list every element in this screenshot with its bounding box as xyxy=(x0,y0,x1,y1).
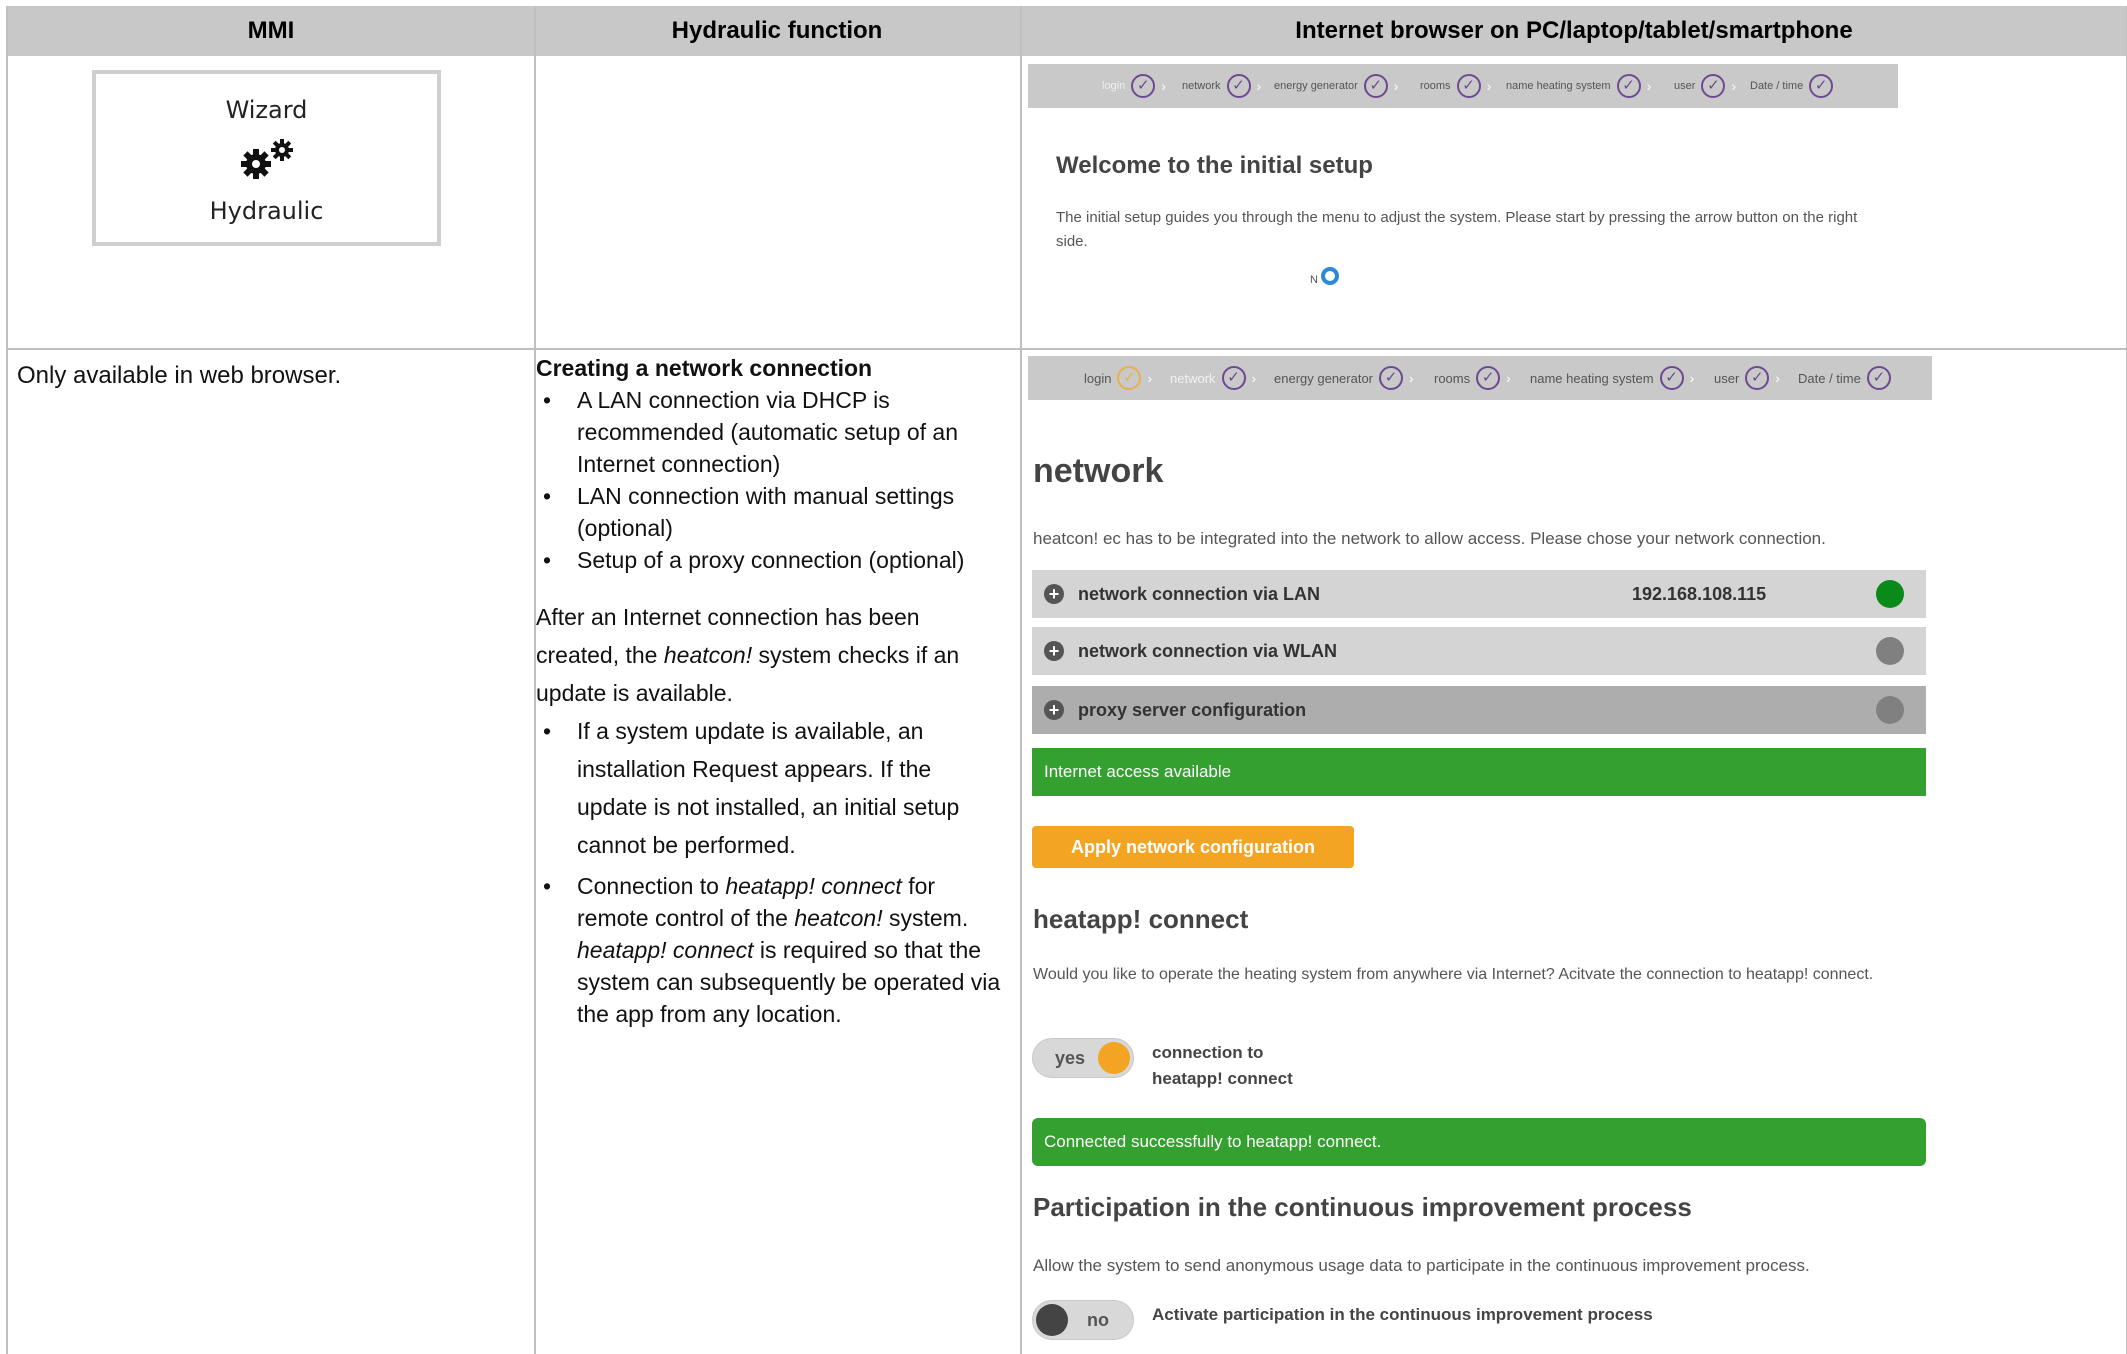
step-energy-generator[interactable]: energy generator ✓ › xyxy=(1274,356,1414,400)
network-heading: network xyxy=(1033,452,1164,490)
step-user[interactable]: user ✓ › xyxy=(1714,356,1780,400)
welcome-heading: Welcome to the initial setup xyxy=(1056,152,1373,179)
check-icon: ✓ xyxy=(1659,366,1684,390)
step-user[interactable]: user ✓ › xyxy=(1674,64,1736,108)
cip-participation-toggle[interactable]: no xyxy=(1032,1300,1134,1340)
check-icon: ✓ xyxy=(1616,74,1641,98)
list-item: Connection to heatapp! connect for remot… xyxy=(536,870,1006,1030)
hydraulic-description: Creating a network connection A LAN conn… xyxy=(536,352,1006,1030)
expand-icon: + xyxy=(1044,641,1064,661)
toggle-knob xyxy=(1036,1304,1068,1336)
check-icon: ✓ xyxy=(1745,366,1770,390)
check-icon: ✓ xyxy=(1363,74,1388,98)
wizard-stepbar: login ✓ › network ✓ › energy generator ✓ › roo… xyxy=(1028,356,1932,400)
update-paragraph: After an Internet connection has been cr… xyxy=(536,604,960,706)
status-dot-icon xyxy=(1876,580,1904,608)
wlan-connection-row[interactable]: + network connection via WLAN xyxy=(1032,627,1926,675)
expand-icon: + xyxy=(1044,700,1064,720)
row-divider xyxy=(8,348,2127,350)
network-options-list: A LAN connection via DHCP is recommended… xyxy=(536,384,1006,576)
hydraulic-label: Hydraulic xyxy=(209,197,324,225)
expand-icon: + xyxy=(1044,584,1064,604)
mmi-note: Only available in web browser. xyxy=(17,362,342,389)
wizard-stepbar: login ✓ › network ✓ › energy generator ✓ › roo… xyxy=(1028,64,1898,108)
check-icon: ✓ xyxy=(1701,74,1726,98)
check-icon: ✓ xyxy=(1117,366,1142,390)
proxy-label: proxy server configuration xyxy=(1078,699,1307,720)
toggle-knob xyxy=(1098,1042,1130,1074)
wizard-label: Wizard xyxy=(225,96,308,124)
cip-heading: Participation in the continuous improvem… xyxy=(1033,1192,1692,1222)
check-icon: ✓ xyxy=(1476,366,1501,390)
list-item: Setup of a proxy connection (optional) xyxy=(536,544,1006,576)
lan-connection-row[interactable]: + network connection via LAN 192.168.108… xyxy=(1032,570,1926,618)
heatapp-description: Would you like to operate the heating sy… xyxy=(1033,966,1874,983)
check-icon: ✓ xyxy=(1131,74,1156,98)
check-icon: ✓ xyxy=(1379,366,1404,390)
header-browser: Internet browser on PC/laptop/tablet/sma… xyxy=(1295,17,1853,44)
table-header: MMI Hydraulic function Internet browser … xyxy=(8,6,2127,56)
check-icon: ✓ xyxy=(1226,74,1251,98)
divider xyxy=(1020,6,1022,1354)
status-dot-icon xyxy=(1876,637,1904,665)
step-rooms[interactable]: rooms ✓ › xyxy=(1434,356,1511,400)
welcome-text: The initial setup guides you through the… xyxy=(1056,209,1858,250)
heatapp-connected-banner: Connected successfully to heatapp! conne… xyxy=(1032,1118,1926,1166)
step-name-heating-system[interactable]: name heating system ✓ › xyxy=(1506,64,1651,108)
check-icon: ✓ xyxy=(1456,74,1481,98)
step-date-time[interactable]: Date / time ✓ xyxy=(1750,64,1834,108)
step-login[interactable]: login ✓ › xyxy=(1084,356,1152,400)
lan-ip-address: 192.168.108.115 xyxy=(1632,584,1767,604)
internet-status-banner: Internet access available xyxy=(1032,748,1926,796)
cip-toggle-caption: Activate participation in the continuous… xyxy=(1152,1305,1653,1324)
step-login[interactable]: login ✓ › xyxy=(1102,64,1166,108)
step-name-heating-system[interactable]: name heating system ✓ › xyxy=(1530,356,1694,400)
toggle-label: yes xyxy=(1055,1048,1086,1068)
step-date-time[interactable]: Date / time ✓ xyxy=(1798,356,1891,400)
wlan-label: network connection via WLAN xyxy=(1078,640,1338,661)
check-icon: ✓ xyxy=(1221,366,1246,390)
section-title: Creating a network connection xyxy=(536,355,873,381)
header-mmi: MMI xyxy=(247,17,295,44)
step-network[interactable]: network ✓ › xyxy=(1170,356,1256,400)
connect-list: Connection to heatapp! connect for remot… xyxy=(536,870,1006,1030)
step-energy-generator[interactable]: energy generator ✓ › xyxy=(1274,64,1398,108)
heatapp-heading: heatapp! connect xyxy=(1033,904,1249,934)
list-item: A LAN connection via DHCP is recommended… xyxy=(536,384,1006,480)
network-description: heatcon! ec has to be integrated into th… xyxy=(1033,529,1826,548)
check-icon: ✓ xyxy=(1809,74,1834,98)
check-icon: ✓ xyxy=(1866,366,1891,390)
heatapp-connect-toggle[interactable]: yes xyxy=(1032,1038,1134,1078)
step-rooms[interactable]: rooms ✓ › xyxy=(1420,64,1491,108)
status-dot-icon xyxy=(1876,696,1904,724)
toggle-label: no xyxy=(1087,1310,1109,1330)
lan-label: network connection via LAN xyxy=(1078,583,1321,604)
cip-description: Allow the system to send anonymous usage… xyxy=(1033,1256,1810,1275)
update-list: If a system update is available, an inst… xyxy=(536,712,1006,864)
header-hydraulic-function: Hydraulic function xyxy=(671,17,883,44)
next-arrow-icon[interactable]: N xyxy=(1310,264,1342,293)
step-network[interactable]: network ✓ › xyxy=(1182,64,1261,108)
heatapp-toggle-caption: connection to heatapp! connect xyxy=(1152,1043,1293,1088)
list-item: LAN connection with manual settings (opt… xyxy=(536,480,1006,544)
gears-icon xyxy=(96,136,437,187)
wizard-hydraulic-card: Wizard Hydraulic xyxy=(92,70,441,246)
list-item: If a system update is available, an inst… xyxy=(536,712,1006,864)
proxy-configuration-row[interactable]: + proxy server configuration xyxy=(1032,686,1926,734)
apply-network-configuration-button[interactable]: Apply network configuration xyxy=(1032,826,1354,868)
svg-text:N: N xyxy=(1310,274,1318,286)
